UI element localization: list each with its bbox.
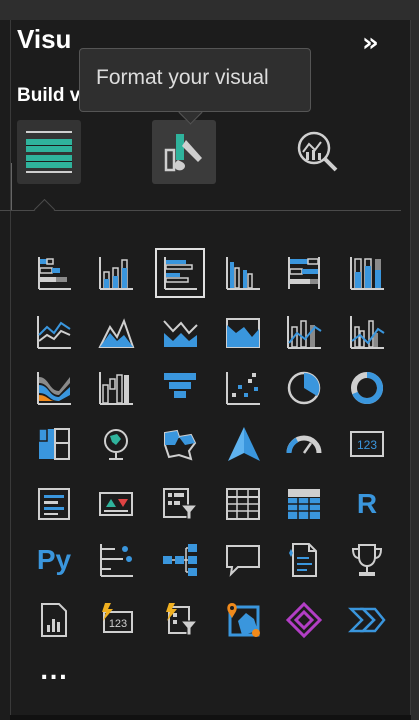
- pane-bottom-edge: [10, 715, 411, 720]
- more-visuals-button[interactable]: ...: [40, 660, 68, 685]
- stacked-area-chart-icon[interactable]: [155, 307, 205, 357]
- filled-map-icon[interactable]: [155, 419, 205, 469]
- line-and-stacked-column-chart-icon[interactable]: [279, 307, 329, 357]
- clustered-bar-chart-icon[interactable]: [155, 248, 205, 298]
- paint-brush-chart-icon: [164, 134, 202, 172]
- waterfall-chart-icon[interactable]: [91, 363, 141, 413]
- analytics-tab[interactable]: [286, 120, 350, 184]
- power-apps-card-value: 123: [109, 618, 127, 630]
- stacked-column-chart-icon[interactable]: [91, 248, 141, 298]
- power-automate-icon[interactable]: [342, 595, 392, 645]
- py-label: Py: [36, 544, 72, 575]
- arcgis-map-icon[interactable]: [218, 595, 268, 645]
- line-and-clustered-column-chart-icon[interactable]: [342, 307, 392, 357]
- treemap-icon[interactable]: [29, 419, 79, 469]
- top-strip: [0, 0, 419, 20]
- clustered-column-chart-icon[interactable]: [218, 248, 268, 298]
- paginated-report-icon[interactable]: [29, 595, 79, 645]
- tab-separator: [0, 210, 401, 211]
- map-icon[interactable]: [91, 419, 141, 469]
- slicer-icon[interactable]: [155, 479, 205, 529]
- key-influencers-icon[interactable]: [91, 535, 141, 585]
- donut-chart-icon[interactable]: [342, 363, 392, 413]
- matrix-icon[interactable]: [279, 479, 329, 529]
- funnel-icon[interactable]: [155, 363, 205, 413]
- power-apps-icon[interactable]: [279, 595, 329, 645]
- collapse-pane-button[interactable]: »: [362, 28, 379, 58]
- multi-row-card-icon[interactable]: [29, 479, 79, 529]
- area-chart-icon[interactable]: [91, 307, 141, 357]
- r-script-visual-icon[interactable]: R: [342, 479, 392, 529]
- metrics-icon[interactable]: [342, 535, 392, 585]
- ribbon-chart-icon[interactable]: [29, 363, 79, 413]
- smart-narrative-icon[interactable]: [279, 535, 329, 585]
- canvas-edge: [0, 20, 10, 720]
- card-value-text: 123: [357, 438, 377, 452]
- python-visual-icon[interactable]: Py: [29, 535, 79, 585]
- right-edge: [411, 20, 419, 720]
- pane-title: Visu: [17, 24, 72, 54]
- build-visual-tab[interactable]: [17, 120, 81, 184]
- kpi-icon[interactable]: [91, 479, 141, 529]
- tooltip: Format your visual: [79, 48, 311, 112]
- 100-percent-stacked-area-chart-icon[interactable]: [218, 307, 268, 357]
- stacked-bar-chart-icon[interactable]: [29, 248, 79, 298]
- scatter-chart-icon[interactable]: [218, 363, 268, 413]
- qa-icon[interactable]: [218, 535, 268, 585]
- fields-well-icon: [26, 131, 72, 173]
- azure-map-icon[interactable]: [218, 419, 268, 469]
- line-chart-icon[interactable]: [29, 307, 79, 357]
- pane-divider: [11, 163, 12, 211]
- table-icon[interactable]: [218, 479, 268, 529]
- power-apps-slicer-icon[interactable]: [155, 595, 205, 645]
- format-visual-tab[interactable]: [152, 120, 216, 184]
- r-label: R: [356, 488, 378, 519]
- card-icon[interactable]: 123: [342, 419, 392, 469]
- 100-percent-stacked-bar-chart-icon[interactable]: [279, 248, 329, 298]
- magnifier-chart-icon: [297, 131, 338, 172]
- power-apps-card-icon[interactable]: 123: [91, 595, 141, 645]
- decomposition-tree-icon[interactable]: [155, 535, 205, 585]
- gauge-icon[interactable]: [279, 419, 329, 469]
- 100-percent-stacked-column-chart-icon[interactable]: [342, 248, 392, 298]
- pie-chart-icon[interactable]: [279, 363, 329, 413]
